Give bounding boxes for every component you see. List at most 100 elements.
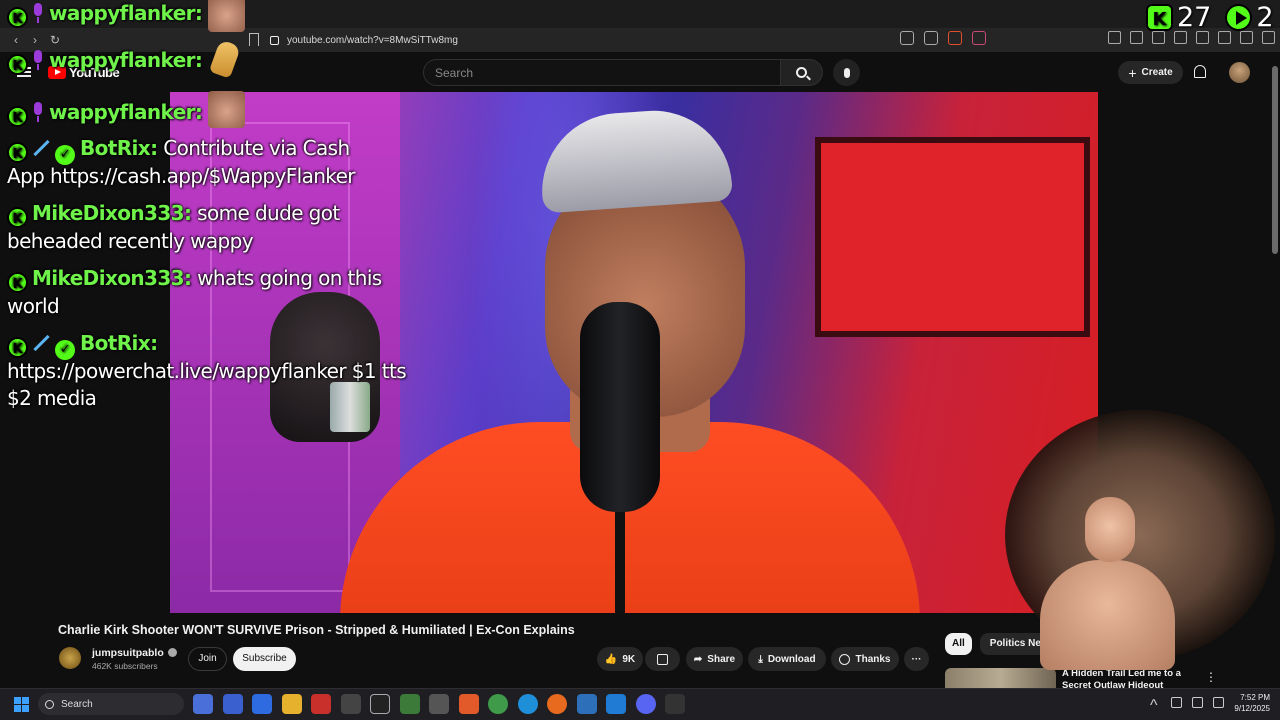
channel-avatar[interactable]	[59, 647, 81, 669]
face-emote-icon	[208, 0, 246, 32]
chat-text: $2 media	[7, 386, 97, 410]
screen: ‹ › ↻ youtube.com/watch?v=8MwSiTTw8mg Yo…	[0, 0, 1280, 720]
taskbar-app-icon[interactable]	[429, 694, 449, 714]
chat-message-continuation: https://powerchat.live/wappyflanker $1 t…	[7, 358, 407, 385]
like-button[interactable]: 👍 9K	[597, 647, 643, 671]
join-button[interactable]: Join	[188, 647, 227, 671]
channel-name[interactable]: jumpsuitpablo	[92, 647, 177, 659]
taskbar-app-icon[interactable]	[222, 694, 243, 714]
chat-text: some dude got	[197, 201, 340, 225]
account-avatar[interactable]	[1229, 62, 1250, 83]
voice-search-button[interactable]	[833, 59, 860, 86]
chat-message: K ✓ BotRix:	[7, 330, 158, 360]
kick-logo-icon: K	[1146, 4, 1173, 31]
thumbs-down-icon	[657, 653, 668, 665]
screenshot-icon[interactable]	[1130, 31, 1143, 44]
stream-counter: K 27 2	[1146, 2, 1274, 33]
taskbar-app-icon[interactable]	[665, 694, 685, 714]
site-info-icon[interactable]	[270, 35, 279, 45]
chat-message: K ✓ BotRix: Contribute via Cash	[7, 135, 350, 165]
kick-badge-icon: K	[7, 54, 28, 75]
recommendation-thumbnail[interactable]	[945, 668, 1056, 688]
chip-all[interactable]: All	[945, 633, 972, 655]
address-bar[interactable]: youtube.com/watch?v=8MwSiTTw8mg	[270, 30, 990, 50]
more-horizontal-icon: ···	[911, 653, 922, 665]
taskbar-search-icon	[45, 699, 54, 709]
recommendation-more-icon[interactable]: ⋮	[1205, 670, 1217, 684]
taskbar-app-icon[interactable]	[252, 694, 272, 714]
share-page-icon[interactable]	[924, 31, 938, 45]
chat-username: BotRix:	[80, 331, 158, 355]
volume-icon[interactable]	[1213, 697, 1224, 708]
chat-username: MikeDixon333:	[32, 201, 192, 225]
download-label: Download	[767, 653, 816, 665]
recommendation-title[interactable]: A Hidden Trail Led me to a Secret Outlaw…	[1062, 668, 1202, 688]
kick-badge-icon: K	[7, 272, 28, 293]
chat-username: MikeDixon333:	[32, 266, 192, 290]
mic-badge-icon	[32, 50, 44, 70]
tray-mic-icon[interactable]	[1171, 697, 1182, 708]
create-label: Create	[1141, 67, 1173, 78]
create-button[interactable]: + Create	[1118, 61, 1183, 84]
edge-icon[interactable]	[517, 694, 538, 714]
share-label: Share	[707, 653, 736, 665]
chrome-icon[interactable]	[488, 694, 508, 714]
scrollbar-thumb[interactable]	[1272, 66, 1278, 254]
taskbar-clock[interactable]: 7:52 PM 9/12/2025	[1226, 692, 1270, 714]
address-bar-actions	[900, 31, 986, 45]
taskbar-app-icon[interactable]	[576, 694, 597, 714]
brave-browser-icon[interactable]	[458, 694, 479, 714]
network-icon[interactable]	[1192, 697, 1203, 708]
windows-start-icon[interactable]	[14, 697, 29, 712]
cast-icon[interactable]	[900, 31, 914, 45]
vscode-icon[interactable]	[606, 694, 626, 714]
share-button[interactable]: ➦ Share	[686, 647, 743, 671]
chat-username: wappyflanker:	[49, 100, 203, 124]
search-button[interactable]	[781, 59, 823, 86]
video-scene-microphone	[580, 302, 660, 512]
chat-text: whats going on this	[197, 266, 382, 290]
chat-message: K MikeDixon333: whats going on this	[7, 265, 382, 293]
extensions-icon[interactable]	[1108, 31, 1121, 44]
brave-shields-icon[interactable]	[948, 31, 962, 45]
brave-rewards-icon[interactable]	[972, 31, 986, 45]
chat-text: App https://cash.app/$WappyFlanker	[7, 164, 356, 188]
webcam-person-head	[1085, 497, 1135, 562]
thanks-button[interactable]: Thanks	[831, 647, 899, 671]
super-thanks-icon	[839, 653, 851, 665]
subscribe-button[interactable]: Subscribe	[233, 647, 296, 671]
search-input[interactable]	[423, 59, 781, 86]
subscriber-count: 462K subscribers	[92, 661, 158, 671]
taskbar-app-icon[interactable]	[399, 694, 420, 714]
chat-message: Kwappyflanker:	[7, 0, 246, 32]
taskbar-app-icon[interactable]	[193, 694, 213, 714]
verified-bot-badge-icon: ✓	[55, 145, 75, 165]
more-actions-button[interactable]: ···	[904, 647, 929, 671]
taskbar-search[interactable]: Search	[38, 693, 184, 715]
taskbar-app-icon[interactable]	[340, 694, 361, 714]
dislike-button[interactable]	[645, 647, 680, 671]
discord-icon[interactable]	[635, 694, 656, 714]
search-bar	[423, 59, 823, 86]
firefox-icon[interactable]	[547, 694, 567, 714]
channel-name-text[interactable]: jumpsuitpablo	[92, 647, 164, 659]
chat-text: Contribute via Cash	[163, 136, 350, 160]
video-scene-frame	[815, 137, 1090, 337]
taskbar-app-icon[interactable]	[311, 694, 331, 714]
url-text: youtube.com/watch?v=8MwSiTTw8mg	[287, 34, 458, 46]
bookmark-icon[interactable]	[249, 33, 259, 46]
file-explorer-icon[interactable]	[281, 694, 302, 714]
search-icon	[796, 67, 807, 78]
download-button[interactable]: ⤓ Download	[748, 647, 826, 671]
chat-username: wappyflanker:	[49, 1, 203, 25]
share-icon: ➦	[693, 653, 703, 665]
notifications-icon[interactable]	[1194, 65, 1206, 78]
tray-overflow-icon[interactable]: ^	[1150, 697, 1161, 714]
taskbar-app-icon[interactable]	[370, 694, 390, 714]
taskbar-apps	[193, 694, 685, 714]
like-count: 9K	[622, 653, 636, 665]
webcam-person-body	[1040, 560, 1175, 670]
kick-viewer-count: 27	[1177, 2, 1212, 33]
mic-badge-icon	[32, 3, 44, 23]
mic-badge-icon	[32, 102, 44, 122]
